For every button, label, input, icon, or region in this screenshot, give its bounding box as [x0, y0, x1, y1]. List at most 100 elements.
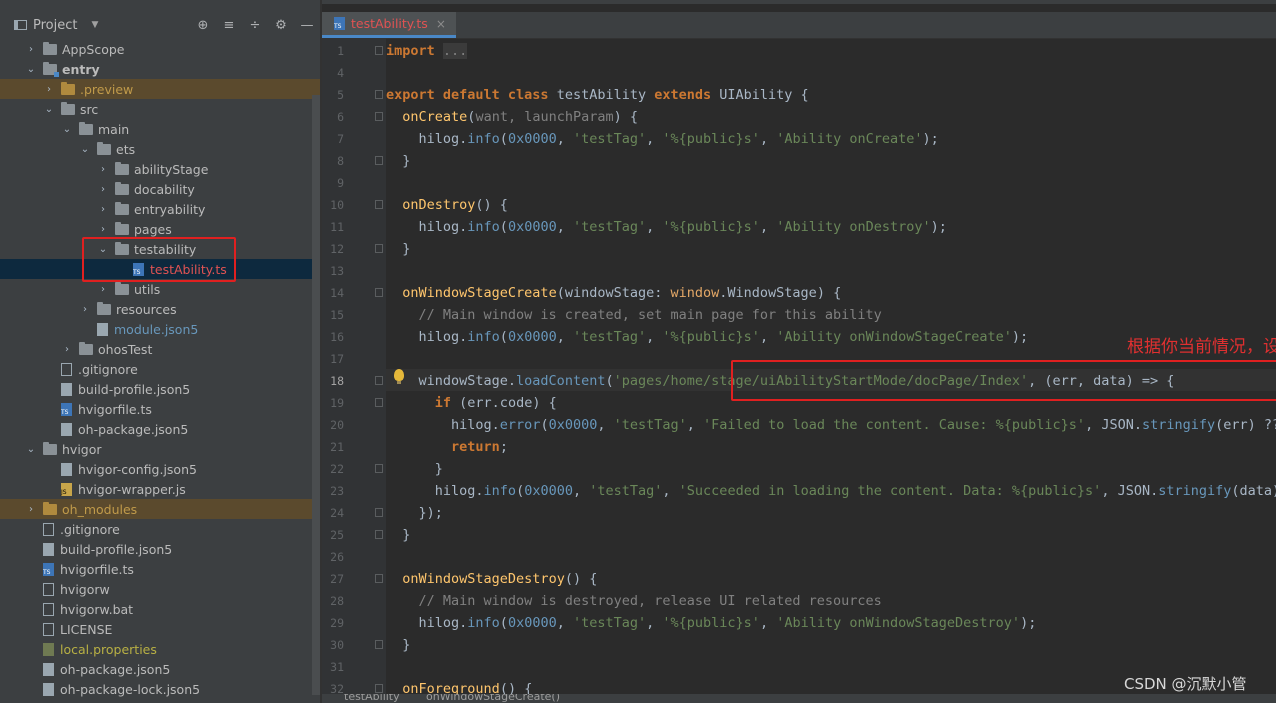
tree-item[interactable]: ›oh-package.json5	[0, 419, 320, 439]
code-token: '%{public}s'	[662, 219, 760, 235]
tree-item[interactable]: › docability	[0, 179, 320, 199]
line-number: 10	[330, 198, 344, 212]
chevron-down-icon[interactable]: ⌄	[42, 104, 56, 115]
tree-item[interactable]: ›local.properties	[0, 639, 320, 659]
line-number: 12	[330, 242, 344, 256]
folder-icon	[79, 341, 93, 355]
tree-item[interactable]: › abilityStage	[0, 159, 320, 179]
tree-item[interactable]: ›.gitignore	[0, 359, 320, 379]
tree-item[interactable]: › AppScope	[0, 39, 320, 59]
tree-item[interactable]: › ohosTest	[0, 339, 320, 359]
close-icon[interactable]: ×	[436, 17, 446, 31]
code-token: 0x0000	[524, 483, 573, 499]
code-line: import ...	[386, 40, 468, 62]
chevron-right-icon[interactable]: ›	[96, 204, 110, 215]
breadcrumb-method[interactable]: onWindowStageCreate()	[426, 694, 560, 703]
fold-marker-icon[interactable]	[375, 684, 383, 693]
code-token: () {	[564, 571, 598, 587]
tree-item[interactable]: ›.gitignore	[0, 519, 320, 539]
fold-marker-icon[interactable]	[375, 244, 383, 253]
module-folder-icon	[43, 61, 59, 77]
fold-marker-icon[interactable]	[375, 376, 383, 385]
fold-marker-icon[interactable]	[375, 398, 383, 407]
chevron-down-icon[interactable]: ⌄	[24, 444, 38, 455]
tab-testability-ts[interactable]: testAbility.ts ×	[322, 12, 456, 38]
fold-marker-icon[interactable]	[375, 574, 383, 583]
chevron-right-icon[interactable]: ›	[96, 184, 110, 195]
tree-item[interactable]: ⌄ ets	[0, 139, 320, 159]
chevron-right-icon[interactable]: ›	[96, 224, 110, 235]
project-panel-title[interactable]: Project	[33, 18, 77, 33]
folder-icon	[115, 201, 129, 215]
line-number: 5	[337, 88, 344, 102]
line-number: 1	[337, 44, 344, 58]
tree-item[interactable]: › resources	[0, 299, 320, 319]
highlight-box-tree	[82, 237, 236, 282]
tree-scrollbar[interactable]	[312, 95, 320, 695]
tree-item[interactable]: › oh_modules	[0, 499, 320, 519]
tree-item[interactable]: ›hvigor-wrapper.js	[0, 479, 320, 499]
breadcrumb-bar: testAbility onWindowStageCreate()	[322, 694, 1276, 703]
fold-marker-icon[interactable]	[375, 640, 383, 649]
code-token: info	[483, 483, 517, 499]
tree-item[interactable]: ⌄ hvigor	[0, 439, 320, 459]
line-number: 17	[330, 352, 344, 366]
locate-file-icon[interactable]: ⊕	[190, 18, 216, 33]
fold-marker-icon[interactable]	[375, 508, 383, 517]
code-token: 'Ability onWindowStageCreate'	[776, 329, 1012, 345]
fold-marker-icon[interactable]	[375, 530, 383, 539]
tree-item[interactable]: ›module.json5	[0, 319, 320, 339]
tree-item[interactable]: ›LICENSE	[0, 619, 320, 639]
lightbulb-icon[interactable]	[394, 369, 404, 384]
tree-item[interactable]: › .preview	[0, 79, 320, 99]
tree-item-label: local.properties	[60, 641, 157, 657]
chevron-right-icon[interactable]: ›	[42, 84, 56, 95]
tree-item[interactable]: ›oh-package-lock.json5	[0, 679, 320, 699]
fold-marker-icon[interactable]	[375, 112, 383, 121]
chevron-right-icon[interactable]: ›	[78, 304, 92, 315]
code-line: // Main window is destroyed, release UI …	[386, 590, 882, 612]
tree-item[interactable]: ›hvigor-config.json5	[0, 459, 320, 479]
chevron-down-icon[interactable]: ⌄	[24, 64, 38, 75]
fold-marker-icon[interactable]	[375, 464, 383, 473]
expand-all-icon[interactable]: ≡	[216, 18, 242, 33]
tree-item-label: abilityStage	[134, 161, 209, 177]
tree-item[interactable]: ›hvigorfile.ts	[0, 399, 320, 419]
hide-panel-icon[interactable]: —	[294, 18, 320, 33]
code-token: }	[386, 527, 411, 543]
tree-item[interactable]: › entryability	[0, 199, 320, 219]
chevron-down-icon[interactable]: ▼	[91, 20, 98, 30]
tree-item[interactable]: ›hvigorw	[0, 579, 320, 599]
tree-item[interactable]: ›build-profile.json5	[0, 379, 320, 399]
chevron-right-icon[interactable]: ›	[24, 44, 38, 55]
tree-item[interactable]: ›hvigorfile.ts	[0, 559, 320, 579]
chevron-right-icon[interactable]: ›	[24, 504, 38, 515]
tree-item[interactable]: ›oh-package.json5	[0, 659, 320, 679]
fold-marker-icon[interactable]	[375, 90, 383, 99]
tree-item[interactable]: › utils	[0, 279, 320, 299]
code-token: ,	[759, 615, 777, 631]
chevron-down-icon[interactable]: ⌄	[78, 144, 92, 155]
tree-item-label: oh_modules	[62, 501, 138, 517]
chevron-down-icon[interactable]: ⌄	[60, 124, 74, 135]
tree-item[interactable]: ⌄ main	[0, 119, 320, 139]
gear-icon[interactable]: ⚙	[268, 18, 294, 33]
collapse-all-icon[interactable]: ÷	[242, 18, 268, 33]
fold-marker-icon[interactable]	[375, 200, 383, 209]
chevron-right-icon[interactable]: ›	[96, 284, 110, 295]
folder-icon	[97, 301, 111, 315]
tree-item[interactable]: ›hvigorw.bat	[0, 599, 320, 619]
fold-marker-icon[interactable]	[375, 288, 383, 297]
breadcrumb-class[interactable]: testAbility	[344, 694, 400, 703]
fold-marker-icon[interactable]	[375, 156, 383, 165]
tree-item[interactable]: ⌄ entry	[0, 59, 320, 79]
tree-item[interactable]: ›build-profile.json5	[0, 539, 320, 559]
chevron-right-icon[interactable]: ›	[96, 164, 110, 175]
chevron-right-icon[interactable]: ›	[60, 344, 74, 355]
fold-marker-icon[interactable]	[375, 46, 383, 55]
code-token: '%{public}s'	[662, 615, 760, 631]
folder-icon	[61, 101, 75, 115]
tree-item[interactable]: ⌄ src	[0, 99, 320, 119]
tree-item[interactable]: › pages	[0, 219, 320, 239]
